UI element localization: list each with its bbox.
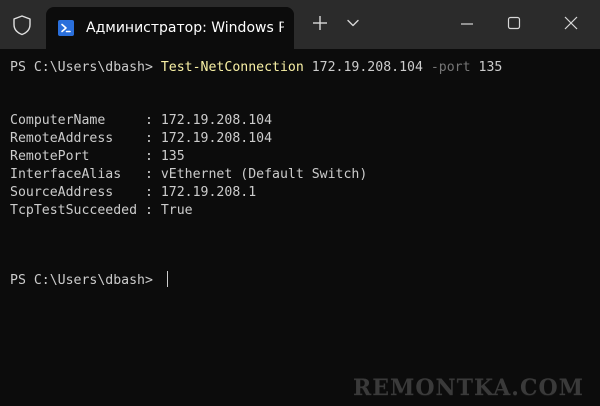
chevron-down-icon <box>347 19 359 27</box>
prompt-line: PS C:\Users\dbash> <box>10 271 168 289</box>
title-bar: Администратор: Windows PowerShell <box>0 0 600 49</box>
command-param: -port <box>430 60 471 75</box>
watermark: REMONTKA.COM <box>352 375 584 401</box>
prompt: PS C:\Users\dbash> <box>10 60 161 75</box>
output-value: 172.19.208.1 <box>160 185 257 200</box>
terminal-window: Администратор: Windows PowerShell <box>0 0 600 406</box>
shield-icon[interactable] <box>11 14 33 36</box>
maximize-icon <box>507 16 521 30</box>
terminal-output[interactable]: PS C:\Users\dbash> Test-NetConnection 17… <box>0 49 600 406</box>
output-key: SourceAddress : <box>10 185 161 200</box>
prompt: PS C:\Users\dbash> <box>10 273 161 288</box>
tab-dropdown-button[interactable] <box>345 15 361 31</box>
output-line: ComputerName : 172.19.208.104 <box>10 112 272 130</box>
command-address: 172.19.208.104 <box>311 60 423 75</box>
output-key: ComputerName : <box>10 113 161 128</box>
output-key: RemoteAddress : <box>10 131 161 146</box>
close-icon <box>564 16 578 30</box>
command-port: 135 <box>478 60 503 75</box>
output-value: 172.19.208.104 <box>160 131 273 146</box>
minimize-button[interactable] <box>459 16 475 32</box>
output-value: True <box>160 203 193 218</box>
output-value: 135 <box>160 149 185 164</box>
new-tab-button[interactable] <box>310 13 330 33</box>
output-key: RemotePort : <box>10 149 161 164</box>
output-value: vEthernet (Default Switch) <box>160 167 368 182</box>
maximize-button[interactable] <box>506 15 522 31</box>
command-line: PS C:\Users\dbash> Test-NetConnection 17… <box>10 59 502 77</box>
powershell-icon <box>58 20 74 36</box>
output-value: 172.19.208.104 <box>160 113 273 128</box>
output-line: RemoteAddress : 172.19.208.104 <box>10 130 272 148</box>
close-button[interactable] <box>562 14 580 32</box>
output-key: TcpTestSucceeded : <box>10 203 161 218</box>
tab-title: Администратор: Windows PowerShell <box>86 20 284 36</box>
cmdlet-name: Test-NetConnection <box>160 60 304 75</box>
output-line: InterfaceAlias : vEthernet (Default Swit… <box>10 166 367 184</box>
output-line: SourceAddress : 172.19.208.1 <box>10 184 256 202</box>
output-line: TcpTestSucceeded : True <box>10 202 193 220</box>
tab-title-fade <box>280 7 294 49</box>
tab-powershell[interactable]: Администратор: Windows PowerShell <box>46 7 294 49</box>
text-cursor <box>166 271 168 287</box>
output-line: RemotePort : 135 <box>10 148 185 166</box>
plus-icon <box>313 16 327 30</box>
output-key: InterfaceAlias : <box>10 167 161 182</box>
minimize-icon <box>461 23 473 25</box>
